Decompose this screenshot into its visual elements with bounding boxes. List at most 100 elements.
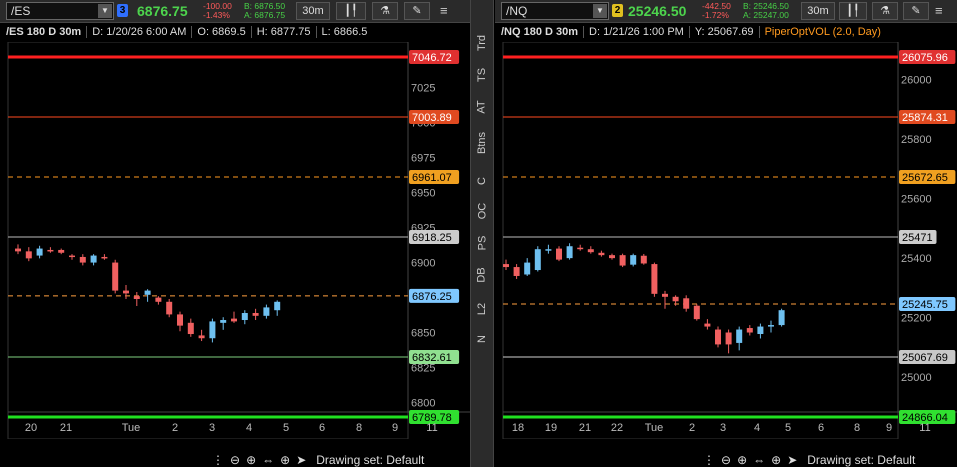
- x-tick-label: Tue: [645, 422, 664, 434]
- sidebar-tab-oc[interactable]: OC: [471, 196, 493, 226]
- chevron-down-icon[interactable]: ▼: [593, 4, 607, 18]
- candle-body: [725, 332, 732, 345]
- candle-body: [220, 320, 227, 323]
- x-tick-label: 3: [209, 422, 215, 434]
- crosshair-icon[interactable]: ⊕: [280, 453, 290, 467]
- menu-lines-icon[interactable]: ≡: [935, 2, 951, 20]
- sidebar-tab-trd[interactable]: Trd: [471, 28, 493, 58]
- level-tag-label: 25672.65: [902, 172, 948, 184]
- candle-body: [144, 290, 151, 295]
- drawing-set-label[interactable]: Drawing set: Default: [316, 453, 424, 467]
- sidebar-tab-btns[interactable]: Btns: [471, 128, 493, 158]
- bar-open: O: 6869.5: [192, 25, 252, 38]
- studies-flask-icon[interactable]: ⚗: [372, 2, 398, 20]
- candle-body: [101, 256, 108, 259]
- candle-body: [263, 307, 270, 316]
- candle-body: [598, 252, 605, 256]
- sidebar-tab-ts[interactable]: TS: [471, 60, 493, 90]
- candle-body: [252, 313, 259, 316]
- candle-body: [587, 249, 594, 253]
- x-tick-label: 11: [426, 422, 437, 434]
- sidebar-tab-at[interactable]: AT: [471, 92, 493, 122]
- candle-body: [133, 296, 140, 299]
- cursor-icon[interactable]: ➤: [787, 453, 797, 467]
- plot-frame: [7, 42, 409, 439]
- zoom-out-icon[interactable]: ⊖: [230, 453, 240, 467]
- x-tick-label: 9: [886, 422, 892, 434]
- chart-title: /NQ 180 D 30m: [501, 25, 585, 38]
- sidebar-tab-n[interactable]: N: [471, 324, 493, 354]
- link-badge[interactable]: 2: [612, 4, 623, 17]
- candle-body: [166, 301, 173, 315]
- left-bottom-toolbar: ⋮ ⊖ ⊕ ⇔ ⊕ ➤ Drawing set: Default: [212, 453, 425, 467]
- candle-body: [36, 248, 43, 256]
- candle-body: [746, 328, 753, 333]
- level-tag-label: 7046.72: [412, 52, 452, 64]
- candle-body: [58, 249, 65, 253]
- zoom-in-icon[interactable]: ⊕: [246, 453, 256, 467]
- candle-body: [609, 255, 615, 259]
- menu-lines-icon[interactable]: ≡: [440, 2, 456, 20]
- bar-date: D: 1/20/26 6:00 AM: [87, 25, 193, 38]
- sidebar-tab-l2[interactable]: L2: [471, 294, 493, 324]
- sidebar-tab-ps[interactable]: PS: [471, 228, 493, 258]
- x-tick-label: 9: [392, 422, 398, 434]
- study-label[interactable]: PiperOptVOL (2.0, Day): [760, 26, 886, 38]
- scroll-handle-icon[interactable]: ⋮: [212, 453, 224, 467]
- x-tick-label: 3: [720, 422, 726, 434]
- cursor-icon[interactable]: ➤: [296, 453, 306, 467]
- chevron-down-icon[interactable]: ▼: [98, 4, 112, 18]
- x-tick-label: 2: [172, 422, 178, 434]
- pan-icon[interactable]: ⇔: [262, 453, 274, 467]
- x-tick-label: 22: [611, 422, 623, 434]
- crosshair-icon[interactable]: ⊕: [771, 453, 781, 467]
- chart-title: /ES 180 D 30m: [6, 25, 88, 38]
- sidebar-tab-label: L2: [476, 302, 488, 316]
- level-tag-label: 6918.25: [412, 232, 452, 244]
- sidebar-tab-label: N: [475, 335, 488, 343]
- drawings-icon[interactable]: ✎: [404, 2, 430, 20]
- sidebar-tab-label: PS: [476, 235, 488, 251]
- y-tick-label: 26000: [901, 75, 932, 87]
- right-price-chart[interactable]: 26000258002560025400252002500026075.9625…: [495, 42, 957, 439]
- interval-button[interactable]: 30m: [801, 2, 835, 20]
- symbol-input[interactable]: /NQ ▼: [501, 2, 609, 20]
- symbol-input[interactable]: /ES ▼: [6, 2, 114, 20]
- sidebar-tab-label: DB: [476, 267, 488, 283]
- right-bottom-toolbar: ⋮ ⊖ ⊕ ⇔ ⊕ ➤ Drawing set: Default: [703, 453, 916, 467]
- y-tick-label: 6800: [411, 398, 435, 410]
- change-percent: -1.72%: [702, 10, 729, 20]
- sidebar-tab-db[interactable]: DB: [471, 260, 493, 290]
- level-tag-label: 6876.25: [412, 291, 452, 303]
- sidebar-tab-c[interactable]: C: [471, 166, 493, 196]
- level-tag-label: 25471: [902, 232, 933, 244]
- candle-body: [566, 246, 573, 259]
- drawings-icon[interactable]: ✎: [903, 2, 929, 20]
- candle-style-icon[interactable]: ┃╿: [336, 2, 366, 20]
- candle-body: [736, 329, 743, 343]
- sidebar-tab-label: Trd: [476, 34, 488, 52]
- sidebar-tab-label: Btns: [476, 131, 489, 155]
- y-tick-label: 25600: [901, 194, 932, 206]
- candle-body: [90, 255, 97, 263]
- y-tick-label: 6950: [411, 188, 435, 200]
- candle-style-icon[interactable]: ┃╿: [839, 2, 867, 20]
- scroll-handle-icon[interactable]: ⋮: [703, 453, 715, 467]
- drawing-set-label[interactable]: Drawing set: Default: [807, 453, 915, 467]
- link-badge[interactable]: 3: [117, 4, 128, 17]
- x-tick-label: 5: [785, 422, 791, 434]
- candle-body: [187, 322, 194, 335]
- studies-flask-icon[interactable]: ⚗: [872, 2, 898, 20]
- candle-body: [545, 249, 552, 251]
- bid-ask: B: 6876.50 A: 6876.75: [244, 2, 285, 20]
- x-tick-label: 18: [512, 422, 524, 434]
- zoom-out-icon[interactable]: ⊖: [721, 453, 731, 467]
- pan-icon[interactable]: ⇔: [753, 453, 765, 467]
- left-price-chart[interactable]: 7025700069756950692569006875685068256800…: [0, 42, 470, 439]
- x-tick-label: 21: [60, 422, 72, 434]
- interval-button[interactable]: 30m: [296, 2, 330, 20]
- zoom-in-icon[interactable]: ⊕: [737, 453, 747, 467]
- bar-date: D: 1/21/26 1:00 PM: [584, 25, 690, 38]
- x-tick-label: 11: [919, 422, 930, 434]
- sidebar-tab-label: TS: [476, 67, 488, 83]
